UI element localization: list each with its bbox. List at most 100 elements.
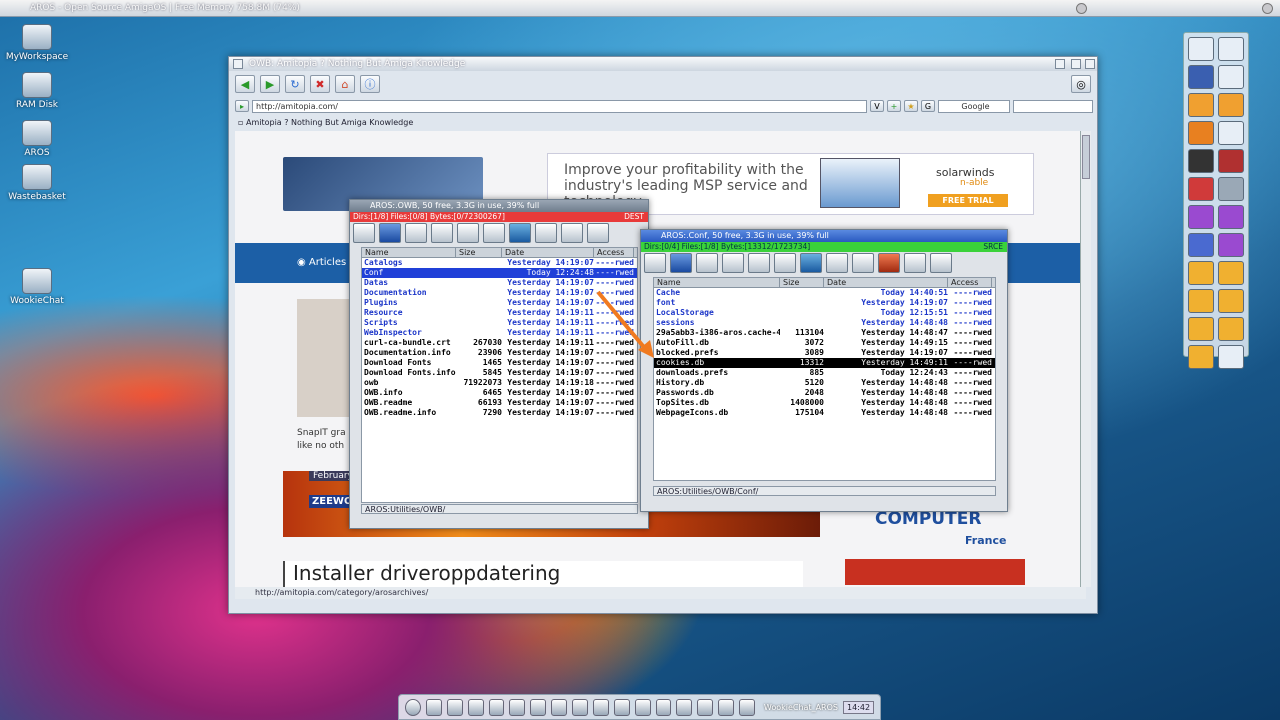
dock-item-icon[interactable] <box>1218 289 1244 313</box>
dock-item-icon[interactable] <box>1188 121 1214 145</box>
dock-item-icon[interactable] <box>1218 65 1244 89</box>
fm-left-mode[interactable]: DEST <box>624 212 644 222</box>
bookmark-icon[interactable]: ★ <box>904 100 918 112</box>
doc-icon[interactable] <box>535 223 557 243</box>
list-item[interactable]: Download Fonts.info 5845 Yesterday 14:19:0… <box>362 368 637 378</box>
dock-item-icon[interactable] <box>1188 317 1214 341</box>
column-header[interactable]: Date <box>502 248 594 257</box>
column-header[interactable]: Name <box>654 278 780 287</box>
dock-item-icon[interactable] <box>1218 93 1244 117</box>
lock-icon[interactable] <box>852 253 874 273</box>
tray-icon[interactable] <box>592 698 609 716</box>
lock-icon[interactable] <box>561 223 583 243</box>
list-item[interactable]: Catalogs Yesterday 14:19:07 ----rwed <box>362 258 637 268</box>
run-icon[interactable] <box>930 253 952 273</box>
tray-icon[interactable] <box>467 698 484 716</box>
stop-button[interactable]: ✖ <box>310 75 330 93</box>
reload-button[interactable]: ↻ <box>285 75 305 93</box>
article-thumbnail[interactable] <box>297 299 351 417</box>
dock-item-icon[interactable] <box>1188 177 1214 201</box>
list-item[interactable]: OWB.readme 66193 Yesterday 14:19:07 ----rwe… <box>362 398 637 408</box>
terminal-icon[interactable] <box>878 253 900 273</box>
parent-icon[interactable] <box>353 223 375 243</box>
dock-item-icon[interactable] <box>1188 37 1214 61</box>
column-header[interactable]: Access <box>594 248 634 257</box>
close-icon[interactable] <box>233 59 243 69</box>
tray-icon[interactable] <box>425 698 442 716</box>
dock-item-icon[interactable] <box>1188 205 1214 229</box>
fm-right-mode[interactable]: SRCE <box>983 242 1003 252</box>
computer-france-logo[interactable]: COMPUTER France <box>875 509 1055 549</box>
dock-item-icon[interactable] <box>1218 37 1244 61</box>
nav-articles-link[interactable]: ◉ Articles <box>297 257 346 268</box>
copy-icon[interactable] <box>722 253 744 273</box>
doc-icon[interactable] <box>826 253 848 273</box>
tray-icon[interactable] <box>551 698 567 716</box>
list-item[interactable]: Datas Yesterday 14:19:07 ----rwed <box>362 278 637 288</box>
tray-icon[interactable] <box>718 698 734 716</box>
ad-cta-button[interactable]: FREE TRIAL <box>928 194 1008 207</box>
dock-item-icon[interactable] <box>1218 177 1244 201</box>
list-item[interactable]: downloads.prefs 885 Today 12:24:43 ----rwed <box>654 368 995 378</box>
zoom-icon[interactable] <box>1055 59 1065 69</box>
tab[interactable]: ▫ Amitopia ? Nothing But Amiga Knowledge <box>235 116 1090 129</box>
info-button[interactable]: ⓘ <box>360 75 380 93</box>
fm-right-title[interactable]: AROS:.Conf, 50 free, 3.3G in use, 39% fu… <box>641 230 1007 242</box>
fm-left-title[interactable]: AROS:.OWB, 50 free, 3.3G in use, 39% ful… <box>350 200 648 212</box>
list-item[interactable]: font Yesterday 14:19:07 ----rwed <box>654 298 995 308</box>
dock-item-icon[interactable] <box>1218 149 1244 173</box>
disk-icon[interactable] <box>696 253 718 273</box>
search-field-extra[interactable] <box>1013 99 1093 113</box>
back-button[interactable]: ◀ <box>235 75 255 93</box>
drive-icon[interactable] <box>670 253 692 273</box>
home-button[interactable]: ⌂ <box>335 75 355 93</box>
dock-item-icon[interactable] <box>1218 233 1244 257</box>
tray-icon[interactable] <box>697 698 714 716</box>
tray-icon[interactable] <box>530 698 547 716</box>
dock-item-icon[interactable] <box>1188 65 1214 89</box>
drive-icon[interactable] <box>379 223 401 243</box>
bookmark-add-icon[interactable]: + <box>887 100 901 112</box>
fm-right-list[interactable]: Name Size Date Access Cache Today 14:40:51 --… <box>653 277 996 481</box>
list-item[interactable]: sessions Yesterday 14:48:48 ----rwed <box>654 318 995 328</box>
trash-icon[interactable] <box>509 223 531 243</box>
page-scrollbar[interactable] <box>1080 131 1091 587</box>
arrow-icon[interactable] <box>904 253 926 273</box>
list-item[interactable]: OWB.readme.info 7290 Yesterday 14:19:07 ---… <box>362 408 637 418</box>
dock-item-icon[interactable] <box>1218 317 1244 341</box>
page-icon[interactable] <box>748 253 770 273</box>
dock-item-icon[interactable] <box>1218 261 1244 285</box>
page2-icon[interactable] <box>483 223 505 243</box>
tray-icon[interactable] <box>509 698 526 716</box>
list-item[interactable]: TopSites.db 1408000 Yesterday 14:48:48 ----… <box>654 398 995 408</box>
column-header[interactable]: Name <box>362 248 456 257</box>
search-engine-icon[interactable]: G <box>921 100 935 112</box>
browser-titlebar[interactable]: OWB: Amitopia ? Nothing But Amiga Knowle… <box>229 57 1097 71</box>
dock-item-icon[interactable] <box>1188 289 1214 313</box>
forward-button[interactable]: ▶ <box>260 75 280 93</box>
tray-icon[interactable] <box>488 698 505 716</box>
trash-icon[interactable] <box>800 253 822 273</box>
fm-right-path[interactable]: AROS:Utilities/OWB/Conf/ <box>653 486 996 496</box>
url-input[interactable]: http://amitopia.com/ <box>252 99 867 113</box>
search-input[interactable]: Google <box>938 99 1010 113</box>
page2-icon[interactable] <box>774 253 796 273</box>
list-item[interactable]: Passwords.db 2048 Yesterday 14:48:48 ----rw… <box>654 388 995 398</box>
dock-item-icon[interactable] <box>1188 233 1214 257</box>
column-header[interactable]: Size <box>456 248 502 257</box>
list-item[interactable]: History.db 5120 Yesterday 14:48:48 ----rwed <box>654 378 995 388</box>
list-item[interactable]: AutoFill.db 3072 Yesterday 14:49:15 ----rwe… <box>654 338 995 348</box>
column-header[interactable]: Date <box>824 278 948 287</box>
page-icon[interactable] <box>457 223 479 243</box>
screen-depth-icon[interactable] <box>1262 3 1273 14</box>
tray-icon[interactable] <box>634 698 651 716</box>
list-item[interactable]: blocked.prefs 3089 Yesterday 14:19:07 ----r… <box>654 348 995 358</box>
tray-icon[interactable] <box>655 698 672 716</box>
dock-item-icon[interactable] <box>1218 121 1244 145</box>
dock-item-icon[interactable] <box>1188 149 1214 173</box>
go-icon[interactable]: ▸ <box>235 100 249 112</box>
desktop-icon[interactable]: RAM Disk <box>2 72 72 110</box>
dock-item-icon[interactable] <box>1218 205 1244 229</box>
tray-icon[interactable] <box>572 698 588 716</box>
dock-item-icon[interactable] <box>1188 93 1214 117</box>
